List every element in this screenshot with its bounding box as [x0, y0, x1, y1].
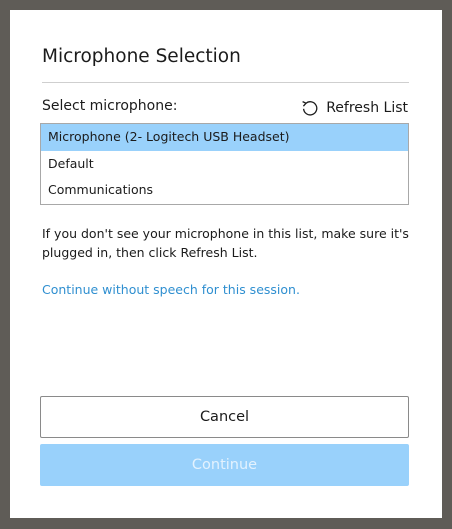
- microphone-list-item[interactable]: Communications: [41, 177, 408, 204]
- continue-without-speech-link[interactable]: Continue without speech for this session…: [42, 282, 300, 297]
- refresh-icon: [302, 101, 318, 116]
- select-microphone-label: Select microphone:: [42, 98, 178, 114]
- microphone-selection-dialog: Microphone Selection Select microphone: …: [10, 10, 442, 518]
- continue-button[interactable]: Continue: [40, 444, 409, 486]
- microphone-list-item[interactable]: Default: [41, 151, 408, 178]
- cancel-button[interactable]: Cancel: [40, 396, 409, 438]
- dialog-title: Microphone Selection: [42, 46, 241, 67]
- help-text: If you don't see your microphone in this…: [42, 226, 409, 260]
- refresh-list-label: Refresh List: [326, 100, 408, 116]
- microphone-list-item[interactable]: Microphone (2- Logitech USB Headset): [41, 124, 408, 151]
- title-divider: [42, 82, 409, 83]
- microphone-list[interactable]: Microphone (2- Logitech USB Headset) Def…: [40, 123, 409, 205]
- refresh-list-button[interactable]: Refresh List: [300, 98, 408, 118]
